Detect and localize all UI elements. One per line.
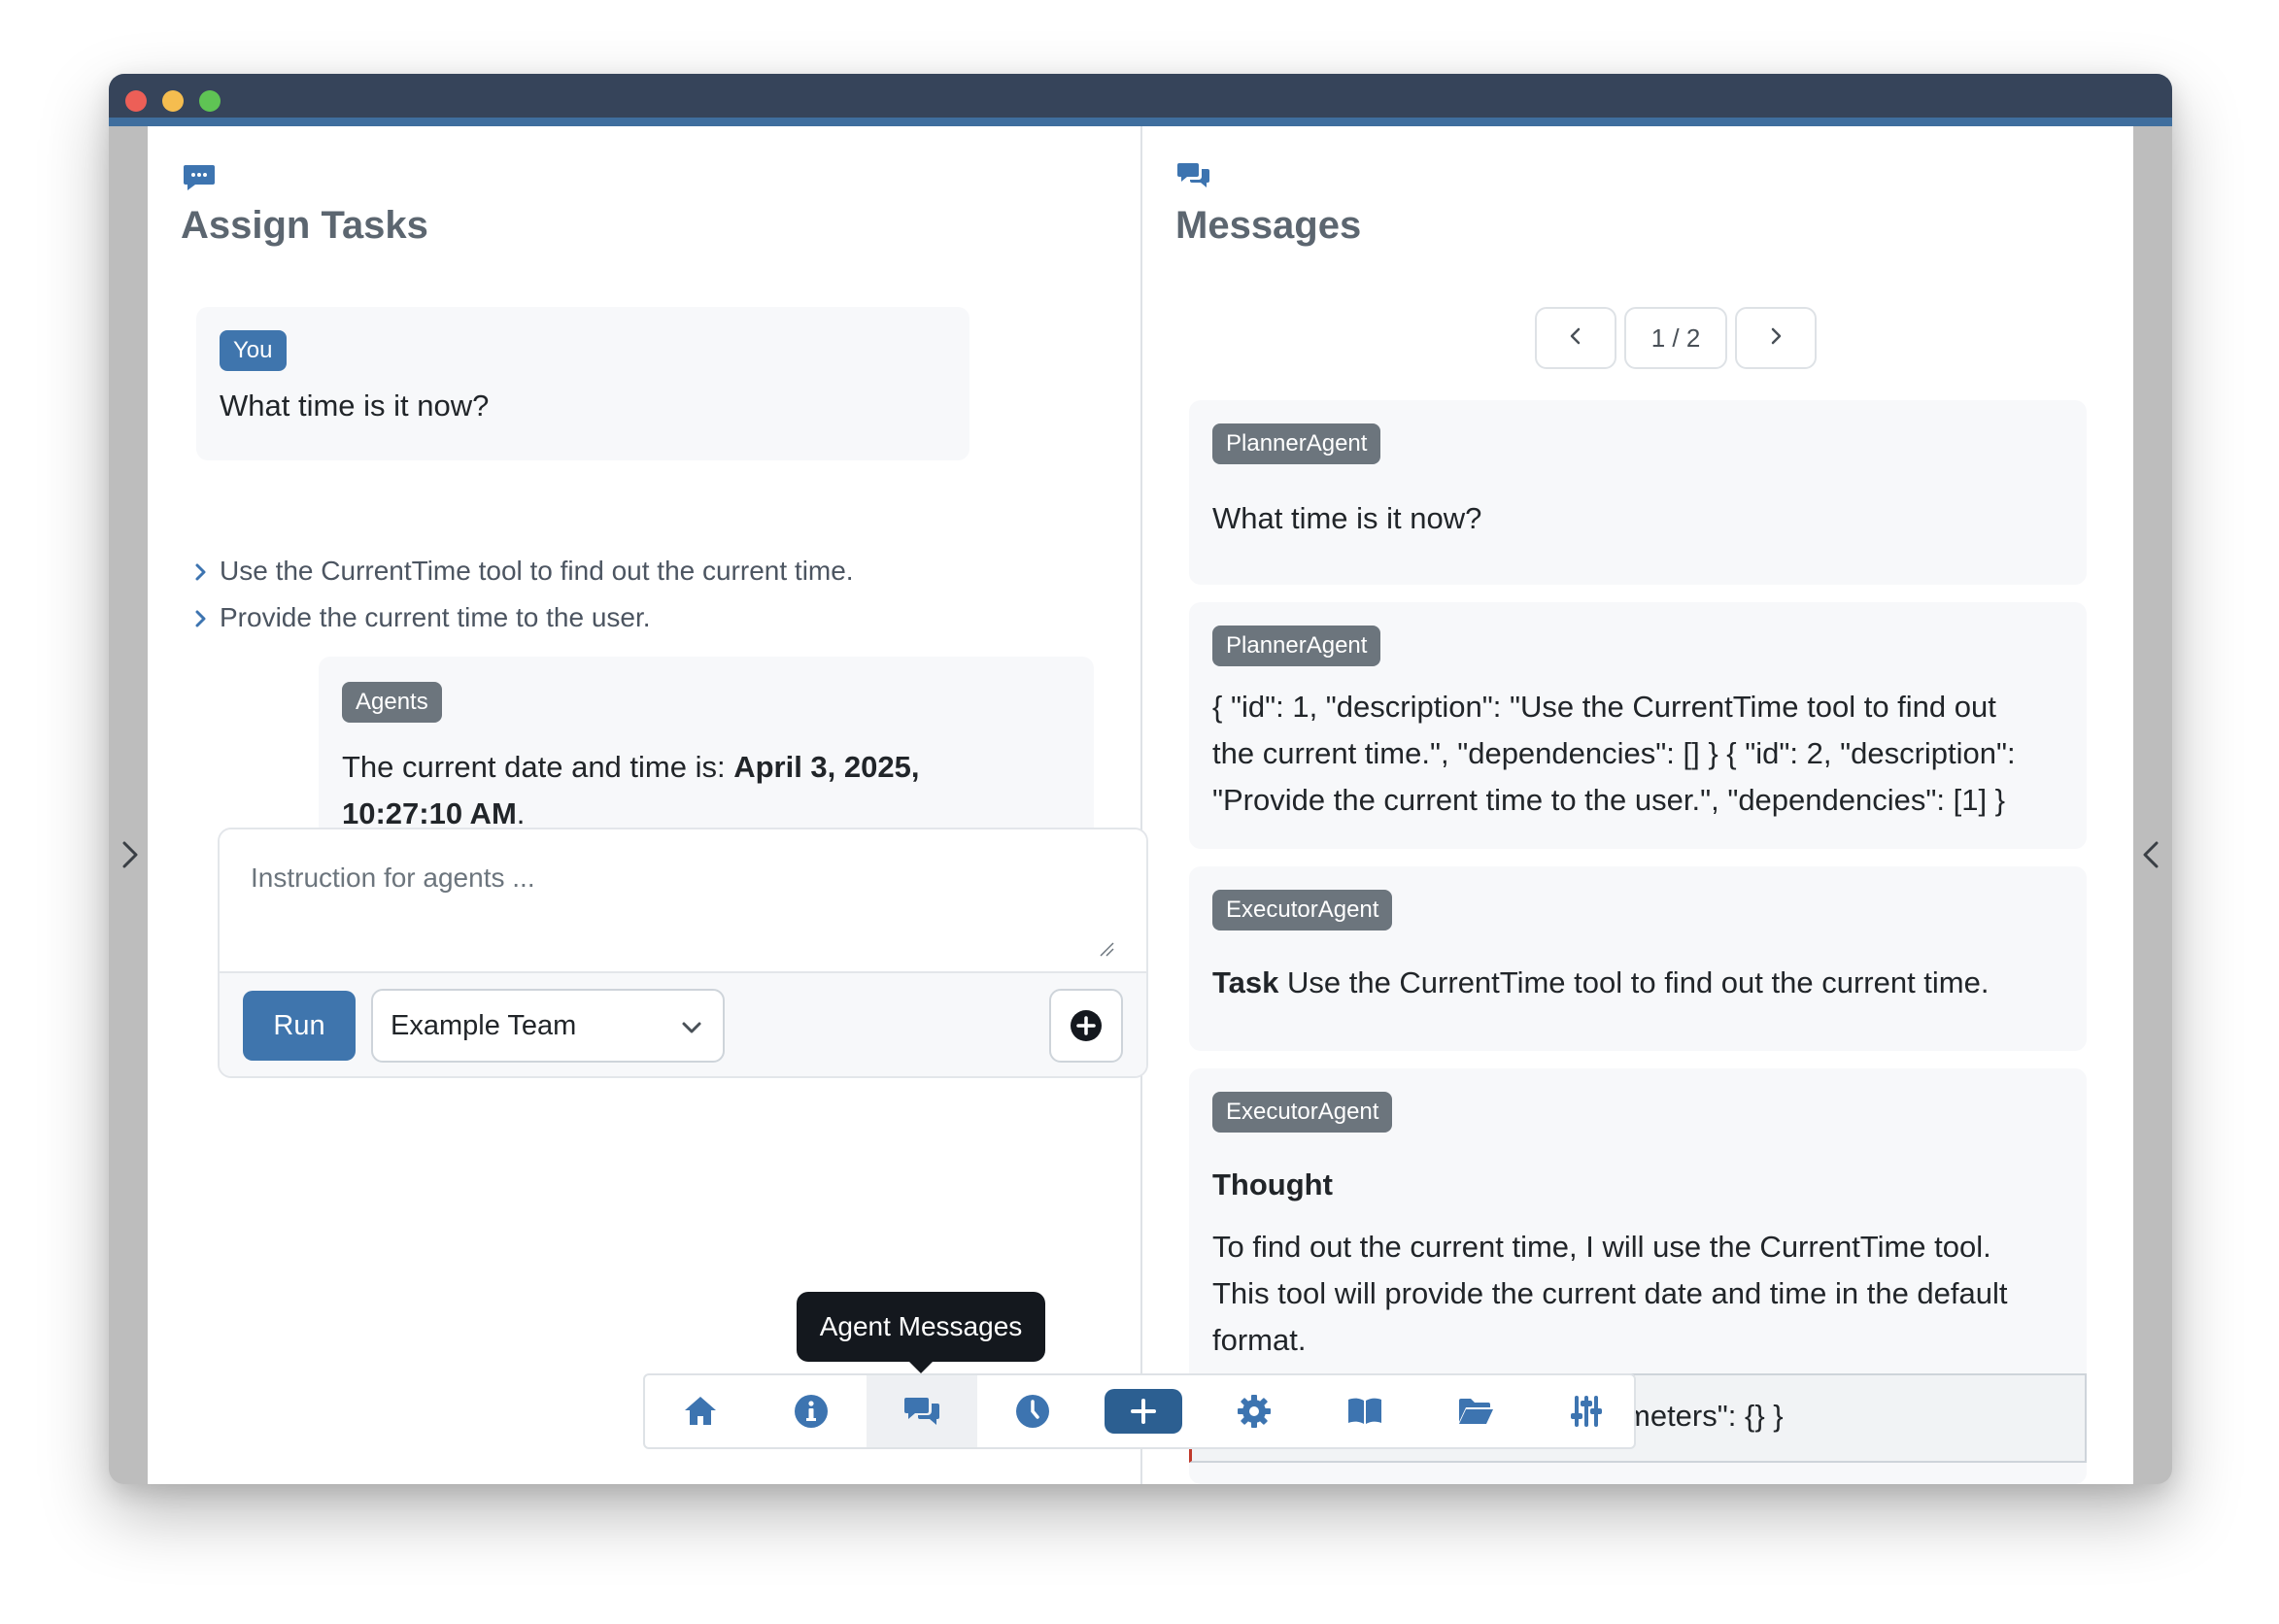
user-message-card: You What time is it now?	[196, 307, 969, 460]
code-text: meters": {} }	[1625, 1399, 1784, 1433]
nav-home[interactable]	[645, 1375, 756, 1447]
plan-step[interactable]: Use the CurrentTime tool to find out the…	[195, 556, 854, 587]
messages-title: Messages	[1175, 204, 1362, 247]
user-message-text: What time is it now?	[220, 389, 490, 423]
title-bar-accent	[109, 118, 2172, 126]
message-text: What time is it now?	[1212, 501, 1482, 535]
gear-icon	[1238, 1395, 1271, 1428]
info-icon	[795, 1395, 828, 1428]
title-bar	[109, 74, 2172, 126]
page-title: Assign Tasks	[181, 204, 428, 247]
nav-history[interactable]	[977, 1375, 1088, 1447]
message-card: PlannerAgent What time is it now?	[1189, 400, 2087, 585]
page-indicator[interactable]: 1 / 2	[1624, 307, 1727, 369]
chevron-down-icon	[680, 1016, 703, 1039]
sender-badge: PlannerAgent	[1212, 626, 1381, 666]
message-line: format.	[1212, 1323, 1307, 1357]
plan-step-text: Use the CurrentTime tool to find out the…	[220, 556, 854, 586]
reply-suffix: .	[516, 796, 526, 830]
chevron-right-icon	[192, 606, 210, 631]
agent-reply-text: The current date and time is: April 3, 2…	[342, 744, 1061, 837]
messages-icon	[904, 1398, 939, 1425]
team-select-value: Example Team	[391, 1010, 577, 1041]
next-page-button[interactable]	[1735, 307, 1817, 369]
app-window: Assign Tasks You What time is it now? Us…	[109, 74, 2172, 1484]
user-badge: You	[220, 330, 287, 371]
message-line: "Provide the current time to the user.",…	[1212, 783, 2006, 817]
nav-tooltip: Agent Messages	[797, 1292, 1045, 1373]
nav-agent-messages[interactable]	[867, 1375, 977, 1447]
thought-heading: Thought	[1212, 1167, 1333, 1201]
chat-bubble-icon	[183, 163, 216, 192]
add-team-button[interactable]	[1049, 989, 1123, 1063]
nav-settings[interactable]	[1199, 1375, 1310, 1447]
run-button[interactable]: Run	[243, 991, 356, 1061]
prev-page-button[interactable]	[1535, 307, 1616, 369]
comments-icon	[1177, 161, 1210, 190]
chevron-right-icon	[192, 559, 210, 585]
expand-right-sidebar-icon[interactable]	[2139, 835, 2162, 874]
message-line: { "id": 1, "description": "Use the Curre…	[1212, 690, 1996, 724]
nav-info[interactable]	[756, 1375, 867, 1447]
book-icon	[1348, 1398, 1381, 1424]
nav-docs[interactable]	[1310, 1375, 1420, 1447]
message-line: the current time.", "dependencies": [] }…	[1212, 736, 2016, 770]
plan-step-text: Provide the current time to the user.	[220, 602, 651, 632]
home-icon	[685, 1397, 716, 1425]
reply-date: April 3, 2025,	[733, 750, 920, 784]
message-text: Task Use the CurrentTime tool to find ou…	[1212, 960, 1989, 1006]
message-text: To find out the current time, I will use…	[1212, 1224, 2077, 1364]
new-task-pill	[1105, 1389, 1182, 1434]
nav-preferences[interactable]	[1531, 1375, 1642, 1447]
sender-badge: PlannerAgent	[1212, 423, 1381, 464]
agents-badge: Agents	[342, 682, 442, 723]
folder-icon	[1459, 1399, 1493, 1424]
message-line: This tool will provide the current date …	[1212, 1276, 2008, 1310]
main-content: Assign Tasks You What time is it now? Us…	[122, 126, 2159, 1484]
reply-prefix: The current date and time is:	[342, 750, 734, 784]
minimize-window-button[interactable]	[162, 90, 184, 112]
bottom-nav-bar	[643, 1373, 1636, 1449]
chevron-left-icon	[1570, 327, 1581, 344]
plan-step[interactable]: Provide the current time to the user.	[195, 602, 651, 633]
sender-badge: ExecutorAgent	[1212, 1092, 1393, 1133]
nav-new-task[interactable]	[1088, 1375, 1199, 1447]
message-line: To find out the current time, I will use…	[1212, 1230, 1991, 1264]
panel-divider	[1140, 126, 1142, 1484]
close-window-button[interactable]	[125, 90, 147, 112]
plus-icon	[1131, 1399, 1156, 1424]
plus-circle-icon	[1071, 1010, 1102, 1041]
task-label: Task	[1212, 965, 1279, 999]
message-card: ExecutorAgent Task Use the CurrentTime t…	[1189, 866, 2087, 1051]
resize-grip-icon[interactable]	[1098, 940, 1115, 958]
sliders-icon	[1571, 1396, 1602, 1427]
nav-files[interactable]	[1420, 1375, 1531, 1447]
maximize-window-button[interactable]	[199, 90, 221, 112]
message-text: { "id": 1, "description": "Use the Curre…	[1212, 684, 2077, 824]
chevron-right-icon	[1771, 327, 1782, 344]
expand-left-sidebar-icon[interactable]	[119, 835, 142, 874]
form-footer: Run Example Team	[220, 971, 1146, 1076]
message-card: PlannerAgent { "id": 1, "description": "…	[1189, 602, 2087, 849]
sender-badge: ExecutorAgent	[1212, 890, 1393, 930]
task-text: Use the CurrentTime tool to find out the…	[1278, 965, 1990, 999]
reply-time: 10:27:10 AM	[342, 796, 517, 830]
instruction-form: Run Example Team	[218, 828, 1148, 1078]
team-select[interactable]: Example Team	[371, 989, 725, 1063]
clock-icon	[1016, 1395, 1049, 1428]
instruction-input[interactable]	[220, 829, 1146, 971]
